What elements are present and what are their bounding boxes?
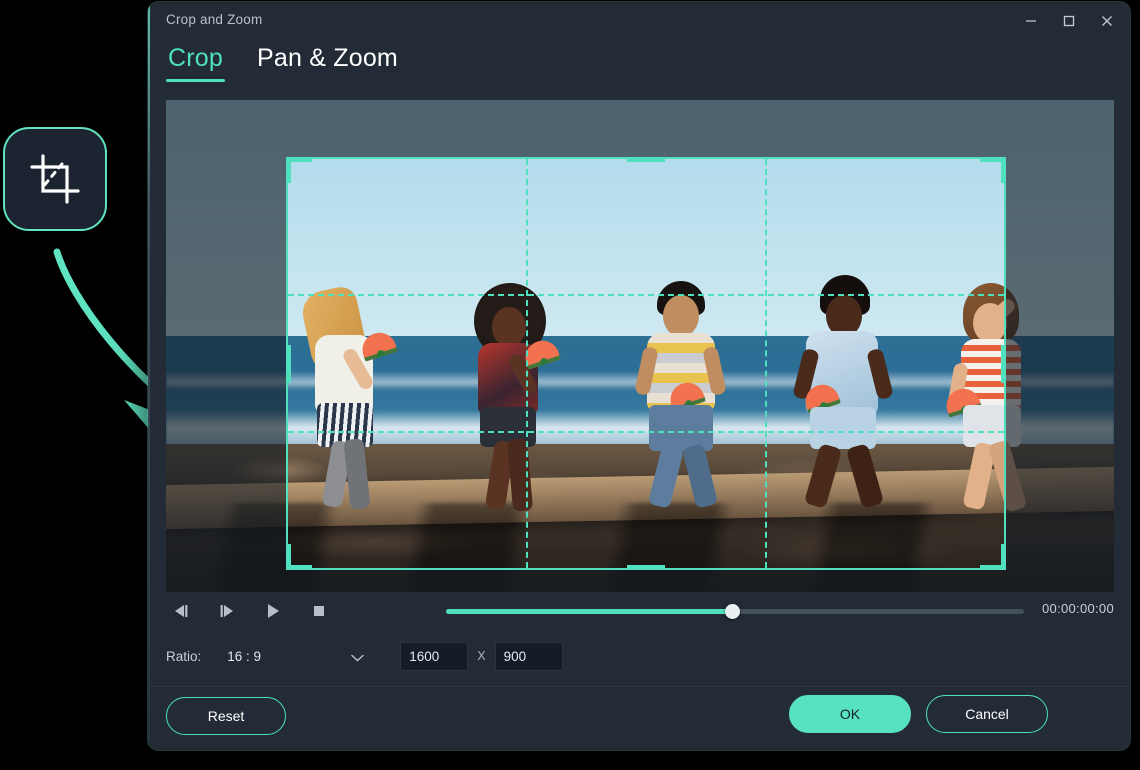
crop-handle-bottom-left-v[interactable] (286, 544, 291, 570)
minimize-icon (1026, 20, 1036, 22)
tab-crop[interactable]: Crop (164, 42, 227, 82)
play-button[interactable] (258, 596, 288, 626)
previous-frame-icon (175, 605, 188, 617)
crop-handle-top-center[interactable] (627, 157, 665, 162)
crop-grid-vertical-2 (765, 159, 767, 568)
crop-grid-horizontal-2 (288, 431, 1004, 433)
tab-bar: Crop Pan & Zoom (164, 42, 402, 82)
play-icon (268, 604, 279, 618)
minimize-button[interactable] (1012, 4, 1050, 38)
crop-handle-bottom-right-v[interactable] (1001, 544, 1006, 570)
crop-glyph-icon (30, 154, 80, 204)
crop-handle-top-right-v[interactable] (1001, 157, 1006, 183)
maximize-button[interactable] (1050, 4, 1088, 38)
cancel-button[interactable]: Cancel (926, 695, 1048, 733)
ratio-label: Ratio: (166, 648, 202, 664)
ok-button[interactable]: OK (789, 695, 911, 733)
close-icon (1102, 16, 1112, 26)
crop-tool-icon[interactable] (3, 127, 107, 231)
next-frame-button[interactable] (212, 596, 242, 626)
crop-handle-bottom-center[interactable] (627, 565, 665, 570)
chevron-down-icon (351, 650, 365, 665)
crop-height-input[interactable] (494, 641, 563, 671)
dim-right (1006, 157, 1114, 570)
crop-handle-top-left-v[interactable] (286, 157, 291, 183)
reset-button[interactable]: Reset (166, 697, 286, 735)
ratio-dropdown[interactable]: 16 : 9 (227, 641, 372, 671)
timecode-display: 00:00:00:00 (1042, 601, 1114, 616)
ratio-row: Ratio: 16 : 9 X (166, 640, 563, 672)
next-frame-icon (220, 605, 233, 617)
playback-slider[interactable] (446, 604, 1024, 619)
dim-top (166, 100, 1114, 157)
crop-width-input[interactable] (400, 641, 469, 671)
tab-pan-and-zoom[interactable]: Pan & Zoom (253, 42, 402, 82)
preview-canvas[interactable] (166, 100, 1114, 592)
crop-handle-right-middle[interactable] (1001, 344, 1006, 383)
close-button[interactable] (1088, 4, 1126, 38)
slider-knob[interactable] (725, 604, 741, 619)
dim-left (166, 157, 286, 570)
maximize-icon (1063, 15, 1075, 27)
screen: Crop and Zoom Crop Pan & Zoom 00:00:00:0… (0, 0, 1140, 770)
previous-frame-button[interactable] (166, 596, 196, 626)
stop-icon (314, 606, 324, 616)
footer-divider (148, 686, 1130, 687)
crop-handle-left-middle[interactable] (286, 344, 291, 383)
crop-and-zoom-dialog: Crop and Zoom Crop Pan & Zoom 00:00:00:0… (148, 2, 1130, 750)
window-controls (1012, 4, 1126, 38)
stop-button[interactable] (304, 596, 334, 626)
crop-grid-horizontal-1 (288, 294, 1004, 296)
title-bar: Crop and Zoom (148, 2, 1130, 40)
playback-controls: 00:00:00:00 (166, 596, 1114, 628)
slider-fill (446, 609, 733, 614)
window-title: Crop and Zoom (166, 12, 263, 27)
crop-grid-vertical-1 (526, 159, 528, 568)
dimension-separator: X (477, 649, 486, 663)
ratio-selected-value: 16 : 9 (227, 648, 262, 664)
crop-selection-frame[interactable] (286, 157, 1006, 570)
dim-bottom (166, 570, 1114, 592)
